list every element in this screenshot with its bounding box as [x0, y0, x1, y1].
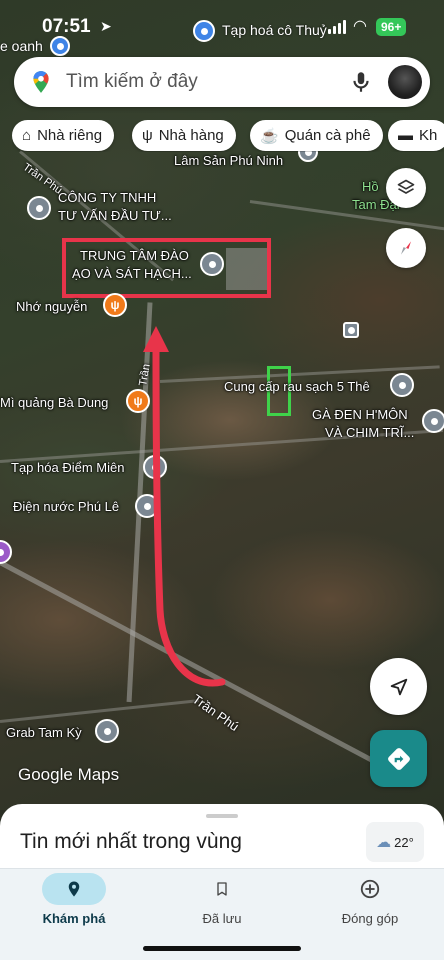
home-indicator[interactable] [143, 946, 301, 951]
hotel-icon: ▬ [398, 127, 413, 144]
directions-button[interactable] [370, 730, 427, 787]
chip-home[interactable]: ⌂ Nhà riêng [12, 120, 115, 151]
temperature: 22° [394, 834, 414, 850]
chip-label: Kh [419, 127, 438, 144]
attribution-google: Google [18, 765, 73, 784]
avatar[interactable] [388, 65, 422, 99]
status-bar: 07:51 ➤ e oanh Tạp hoá cô Thuỷ ◠ 96+ [0, 0, 444, 56]
bookmark-icon [217, 882, 227, 896]
compass-icon [401, 241, 411, 255]
search-bar[interactable]: Tìm kiếm ở đây [14, 57, 430, 107]
weather-badge[interactable]: ☁ 22° [366, 822, 424, 862]
chip-restaurant[interactable]: ψ Nhà hàng [132, 120, 236, 151]
home-icon: ⌂ [22, 127, 32, 144]
directions-icon [387, 747, 410, 770]
chip-label: Nhà hàng [158, 127, 224, 144]
battery-indicator: 96+ [376, 18, 407, 36]
chip-coffee[interactable]: ☕ Quán cà phê [250, 120, 383, 151]
add-circle-icon [360, 879, 380, 899]
layers-icon [397, 179, 415, 194]
nav-label: Khám phá [42, 911, 106, 926]
status-time: 07:51 [42, 16, 91, 37]
nav-label: Đóng góp [341, 911, 399, 926]
nav-explore[interactable]: Khám phá [0, 869, 148, 939]
restaurant-icon: ψ [142, 127, 153, 144]
search-input[interactable]: Tìm kiếm ở đây [66, 71, 348, 93]
nearby-store-label[interactable]: Tạp hoá cô Thuỷ [222, 22, 327, 38]
chip-label: Quán cà phê [284, 127, 371, 144]
drag-handle[interactable] [206, 814, 238, 818]
wifi-icon: ◠ [353, 18, 367, 35]
edge-place-label: e oanh [0, 38, 43, 54]
attribution-maps: Maps [77, 765, 120, 784]
google-maps-logo-icon [33, 71, 49, 93]
my-location-button[interactable] [370, 658, 427, 715]
signal-icon [328, 20, 346, 34]
nav-label: Đã lưu [202, 911, 242, 926]
category-chips: ⌂ Nhà riêng ψ Nhà hàng ☕ Quán cà phê ▬ K… [12, 120, 444, 152]
bottom-sheet[interactable]: Tin mới nhất trong vùng ☁ 22° [0, 804, 444, 870]
microphone-icon[interactable] [348, 69, 374, 95]
google-maps-attribution: Google Maps [18, 765, 119, 785]
navigation-arrow-icon [390, 678, 407, 695]
explore-pin-icon [68, 881, 80, 897]
chip-label: Nhà riêng [37, 127, 103, 144]
nav-saved[interactable]: Đã lưu [148, 869, 296, 939]
nav-contribute[interactable]: Đóng góp [296, 869, 444, 939]
compass-button[interactable] [386, 228, 426, 268]
rain-cloud-icon: ☁ [376, 834, 392, 851]
shopping-pin-icon[interactable] [193, 20, 215, 42]
shopping-pin-icon[interactable] [50, 36, 70, 56]
sheet-title: Tin mới nhất trong vùng [20, 830, 242, 853]
location-arrow-icon: ➤ [100, 18, 112, 34]
coffee-icon: ☕ [260, 127, 279, 145]
chip-hotel[interactable]: ▬ Kh [388, 120, 444, 151]
layers-button[interactable] [386, 168, 426, 208]
